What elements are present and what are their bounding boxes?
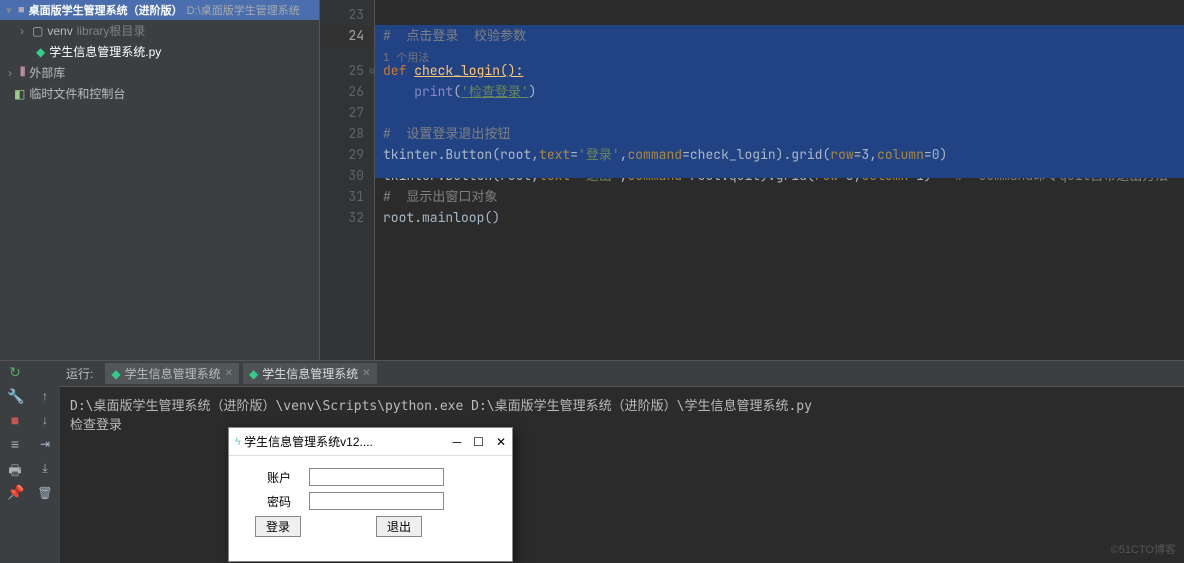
code-area[interactable]: # 点击登录 校验参数 1 个用法 ⊖def check_login(): pr…: [375, 0, 1184, 360]
tkinter-app-window[interactable]: ϟ 学生信息管理系统v12.... ─ ☐ ✕ 账户 密码 登录 退出: [228, 427, 513, 562]
folder-icon: ■: [18, 4, 25, 16]
chevron-down-icon: ▾: [6, 4, 14, 17]
run-tab-label: 学生信息管理系统: [262, 365, 358, 382]
close-icon[interactable]: ✕: [225, 368, 233, 379]
chevron-right-icon: ›: [20, 24, 28, 38]
close-icon[interactable]: ✕: [496, 435, 506, 449]
console-line: D:\桌面版学生管理系统（进阶版）\venv\Scripts\python.ex…: [70, 395, 1174, 414]
line-number: 24: [320, 25, 374, 46]
print-icon[interactable]: 🖶: [7, 460, 23, 476]
stop-icon[interactable]: ■: [7, 412, 23, 428]
scroll-icon[interactable]: ⤓: [42, 461, 47, 476]
tk-password-input[interactable]: [309, 492, 444, 510]
close-icon[interactable]: ✕: [362, 368, 370, 379]
tk-account-input[interactable]: [309, 468, 444, 486]
tk-account-label: 账户: [249, 469, 309, 486]
pin-icon[interactable]: 📌: [7, 484, 23, 500]
line-number: 29: [320, 144, 374, 165]
run-toolbar-left2: ↑ ↓ ⇥ ⤓ 🗑: [30, 361, 60, 563]
tk-exit-button[interactable]: 退出: [376, 516, 422, 537]
venv-name: venv: [47, 24, 72, 38]
python-icon: ◆: [249, 367, 258, 381]
line-number: 25: [320, 60, 374, 81]
minimize-icon[interactable]: ─: [453, 435, 462, 449]
python-icon: ◆: [111, 367, 120, 381]
line-number: 27: [320, 102, 374, 123]
project-tree: ▾ ■ 桌面版学生管理系统（进阶版） D:\桌面版学生管理系统 › ▢ venv…: [0, 0, 320, 360]
tk-password-label: 密码: [249, 493, 309, 510]
project-path: D:\桌面版学生管理系统: [187, 2, 300, 18]
maximize-icon[interactable]: ☐: [473, 435, 484, 449]
line-number: 30: [320, 165, 374, 186]
tk-feather-icon: ϟ: [235, 436, 241, 448]
chevron-right-icon: ›: [8, 66, 16, 80]
tree-item-extlib[interactable]: › ⦀ 外部库: [0, 62, 319, 83]
run-tab-label: 学生信息管理系统: [125, 365, 221, 382]
file-name: 学生信息管理系统.py: [49, 43, 161, 60]
line-number: 23: [320, 4, 374, 25]
fold-icon[interactable]: ⊖: [369, 60, 375, 81]
tree-item-venv[interactable]: › ▢ venv library根目录: [0, 20, 319, 41]
clear-icon[interactable]: 🗑: [37, 486, 52, 500]
code-comment: # 点击登录 校验参数: [383, 27, 526, 44]
down-icon[interactable]: ↓: [42, 413, 48, 427]
python-file-icon: ◆: [36, 45, 45, 59]
scratch-icon: ◧: [14, 87, 25, 101]
code-editor[interactable]: 23 24 25 26 27 28 29 30 31 32 # 点击登录 校验参…: [320, 0, 1184, 360]
run-tab[interactable]: ◆ 学生信息管理系统 ✕: [105, 363, 239, 384]
library-icon: ⦀: [20, 65, 25, 80]
run-toolbar-left: ↻ 🔧 ■ ≡ 🖶 📌: [0, 361, 30, 563]
layout-icon[interactable]: ≡: [7, 436, 23, 452]
line-number: 28: [320, 123, 374, 144]
tk-titlebar[interactable]: ϟ 学生信息管理系统v12.... ─ ☐ ✕: [229, 428, 512, 456]
rerun-icon[interactable]: ↻: [7, 364, 23, 380]
project-root[interactable]: ▾ ■ 桌面版学生管理系统（进阶版） D:\桌面版学生管理系统: [0, 0, 319, 20]
venv-hint: library根目录: [77, 22, 146, 39]
tk-login-button[interactable]: 登录: [255, 516, 301, 537]
code-comment: # 设置登录退出按钮: [383, 125, 510, 142]
project-name: 桌面版学生管理系统（进阶版）: [29, 2, 183, 18]
watermark: ©51CTO博客: [1111, 541, 1176, 557]
run-tab[interactable]: ◆ 学生信息管理系统 ✕: [243, 363, 377, 384]
tk-title-text: 学生信息管理系统v12....: [244, 433, 452, 450]
folder-icon: ▢: [32, 24, 43, 38]
scratch-label: 临时文件和控制台: [29, 85, 125, 102]
line-number: 32: [320, 207, 374, 228]
wrap-icon[interactable]: ⇥: [40, 437, 50, 451]
code-comment: # 显示出窗口对象: [383, 188, 497, 205]
up-icon[interactable]: ↑: [42, 389, 48, 403]
line-number: 26: [320, 81, 374, 102]
run-tabs: 运行: ◆ 学生信息管理系统 ✕ ◆ 学生信息管理系统 ✕: [60, 361, 1184, 387]
run-panel: ↻ 🔧 ■ ≡ 🖶 📌 ↑ ↓ ⇥ ⤓ 🗑 运行: ◆ 学生信息管理系统 ✕ ◆…: [0, 360, 1184, 563]
line-number: 31: [320, 186, 374, 207]
ext-lib-label: 外部库: [29, 64, 65, 81]
wrench-icon[interactable]: 🔧: [7, 388, 23, 404]
editor-gutter: 23 24 25 26 27 28 29 30 31 32: [320, 0, 375, 360]
run-label: 运行:: [66, 365, 93, 382]
tree-item-scratch[interactable]: ◧ 临时文件和控制台: [0, 83, 319, 104]
tree-item-pyfile[interactable]: ◆ 学生信息管理系统.py: [0, 41, 319, 62]
